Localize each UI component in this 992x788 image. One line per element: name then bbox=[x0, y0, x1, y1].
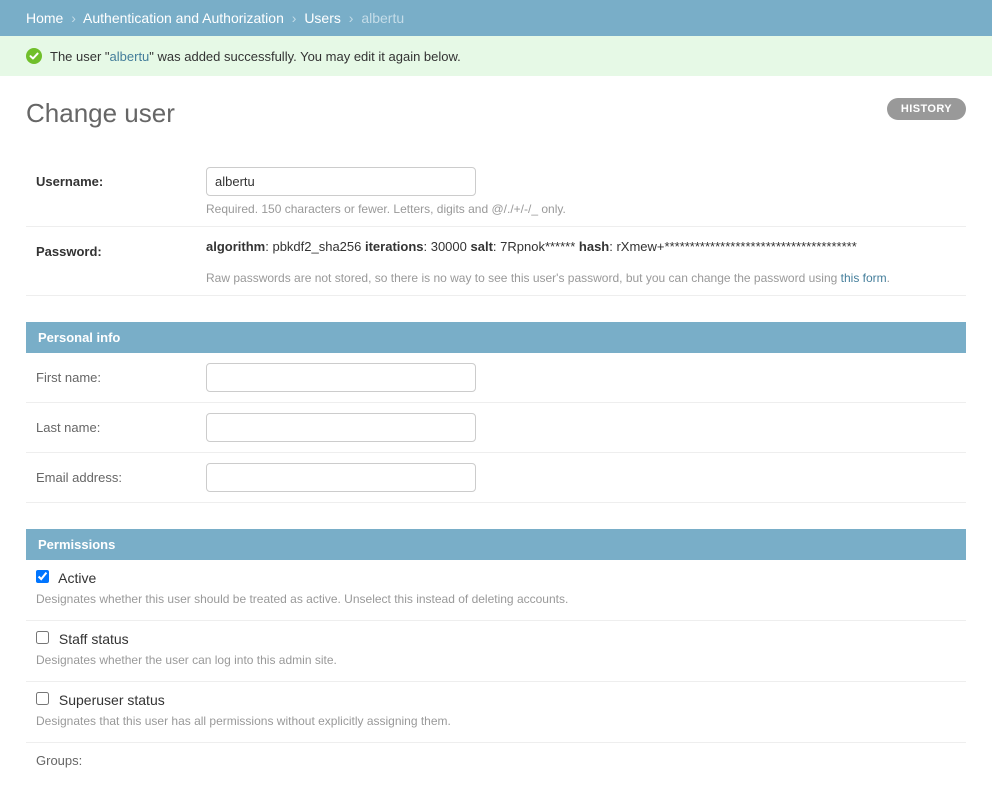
superuser-help: Designates that this user has all permis… bbox=[36, 714, 956, 728]
active-label[interactable]: Active bbox=[58, 570, 96, 586]
password-label: Password: bbox=[36, 237, 206, 259]
breadcrumb-auth[interactable]: Authentication and Authorization bbox=[83, 10, 284, 26]
personal-info-module: Personal info First name: Last name: Ema… bbox=[26, 322, 966, 503]
message-list: The user "albertu" was added successfull… bbox=[0, 36, 992, 76]
staff-checkbox[interactable] bbox=[36, 631, 49, 644]
groups-label: Groups: bbox=[26, 743, 966, 778]
email-label: Email address: bbox=[36, 463, 206, 485]
breadcrumb-home[interactable]: Home bbox=[26, 10, 63, 26]
breadcrumb-sep: › bbox=[67, 10, 80, 26]
success-message: The user "albertu" was added successfull… bbox=[0, 36, 992, 76]
last-name-input[interactable] bbox=[206, 413, 476, 442]
active-row: Active Designates whether this user shou… bbox=[26, 560, 966, 621]
username-row: Username: Required. 150 characters or fe… bbox=[26, 157, 966, 227]
username-help: Required. 150 characters or fewer. Lette… bbox=[206, 202, 956, 216]
permissions-heading: Permissions bbox=[26, 529, 966, 560]
page-title: Change user bbox=[26, 98, 966, 129]
personal-info-heading: Personal info bbox=[26, 322, 966, 353]
password-row: Password: algorithm: pbkdf2_sha256 itera… bbox=[26, 227, 966, 296]
staff-label[interactable]: Staff status bbox=[59, 631, 129, 647]
email-input[interactable] bbox=[206, 463, 476, 492]
staff-row: Staff status Designates whether the user… bbox=[26, 621, 966, 682]
success-icon bbox=[26, 48, 42, 64]
superuser-label[interactable]: Superuser status bbox=[59, 692, 165, 708]
email-row: Email address: bbox=[26, 453, 966, 503]
last-name-label: Last name: bbox=[36, 413, 206, 435]
superuser-row: Superuser status Designates that this us… bbox=[26, 682, 966, 743]
username-label: Username: bbox=[36, 167, 206, 189]
object-tools: HISTORY bbox=[887, 98, 966, 120]
active-help: Designates whether this user should be t… bbox=[36, 592, 956, 606]
breadcrumb-current: albertu bbox=[361, 10, 404, 26]
breadcrumb-users[interactable]: Users bbox=[304, 10, 341, 26]
history-button[interactable]: HISTORY bbox=[887, 98, 966, 120]
first-name-label: First name: bbox=[36, 363, 206, 385]
first-name-row: First name: bbox=[26, 353, 966, 403]
staff-help: Designates whether the user can log into… bbox=[36, 653, 956, 667]
message-username-link[interactable]: albertu bbox=[110, 49, 150, 64]
password-help: Raw passwords are not stored, so there i… bbox=[206, 271, 956, 285]
breadcrumb: Home › Authentication and Authorization … bbox=[0, 0, 992, 36]
password-form-link[interactable]: this form bbox=[841, 271, 887, 285]
password-info: algorithm: pbkdf2_sha256 iterations: 300… bbox=[206, 237, 956, 257]
username-input[interactable] bbox=[206, 167, 476, 196]
message-prefix: The user " bbox=[50, 49, 110, 64]
permissions-module: Permissions Active Designates whether th… bbox=[26, 529, 966, 778]
breadcrumb-sep: › bbox=[345, 10, 358, 26]
message-suffix: " was added successfully. You may edit i… bbox=[149, 49, 461, 64]
first-name-input[interactable] bbox=[206, 363, 476, 392]
breadcrumb-sep: › bbox=[288, 10, 301, 26]
active-checkbox[interactable] bbox=[36, 570, 49, 583]
superuser-checkbox[interactable] bbox=[36, 692, 49, 705]
last-name-row: Last name: bbox=[26, 403, 966, 453]
